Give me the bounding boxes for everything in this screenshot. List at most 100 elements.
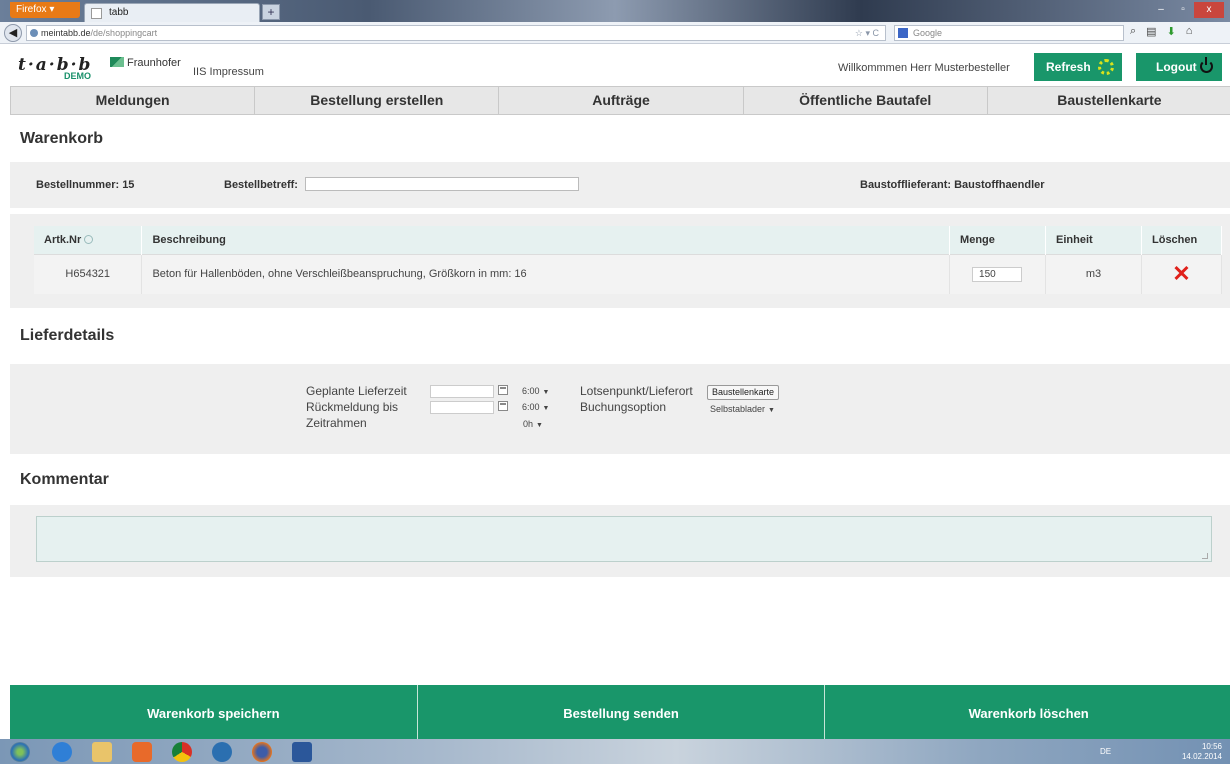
comment-textarea[interactable]	[36, 516, 1212, 562]
resize-grip-icon[interactable]	[1202, 553, 1208, 559]
response-date-input[interactable]	[430, 401, 494, 414]
planned-time-select[interactable]: 6:00 ▼	[522, 386, 549, 396]
col-unit: Einheit	[1045, 226, 1142, 254]
timeframe-select[interactable]: 0h ▼	[523, 419, 543, 429]
fraunhofer-logo: Fraunhofer	[110, 57, 181, 69]
windows-taskbar: DE 10:56 14.02.2014	[0, 739, 1230, 764]
delete-item-icon[interactable]: ✕	[1172, 261, 1190, 286]
fraunhofer-mark-icon	[110, 57, 124, 67]
nav-auftraege[interactable]: Aufträge	[499, 87, 744, 114]
browser-tab[interactable]: tabb	[84, 3, 260, 22]
firefox-icon[interactable]	[252, 742, 272, 762]
google-icon	[898, 28, 908, 38]
internet-explorer-icon[interactable]	[52, 742, 72, 762]
back-arrow-icon: ◀	[8, 27, 18, 39]
window-controls: – ▫ x	[1150, 2, 1224, 18]
start-button-icon[interactable]	[10, 742, 30, 762]
browser-nav-bar: ◀ meintabb.de/de/shoppingcart ☆ ▾ C Goog…	[0, 22, 1230, 44]
favicon-icon	[91, 8, 102, 19]
cart-heading: Warenkorb	[20, 130, 103, 147]
table-row: H654321 Beton für Hallenböden, ohne Vers…	[34, 253, 1222, 294]
sort-icon[interactable]	[84, 234, 94, 244]
language-indicator[interactable]: DE	[1100, 747, 1111, 756]
quantity-input[interactable]: 150	[972, 266, 1023, 282]
system-clock[interactable]: 10:56 14.02.2014	[1182, 742, 1222, 762]
cell-delete: ✕	[1141, 253, 1222, 294]
download-icon[interactable]: ⬇	[1167, 25, 1176, 38]
site-identity-icon	[30, 29, 38, 37]
firefox-menu-button[interactable]: Firefox ▾	[10, 2, 80, 18]
partner-sub: IIS	[193, 66, 207, 78]
planned-delivery-date-input[interactable]	[430, 385, 494, 398]
delivery-panel: Geplante Lieferzeit 6:00 ▼ Rückmeldung bi…	[10, 364, 1230, 454]
col-quantity: Menge	[949, 226, 1047, 254]
bookmarks-icon[interactable]: ▤	[1146, 25, 1156, 38]
app-header: t·a·b·b DEMO Fraunhofer IIS Impressum Wi…	[0, 52, 1230, 86]
logout-button[interactable]: Logout	[1136, 53, 1222, 81]
refresh-sun-icon	[1098, 59, 1114, 75]
word-icon[interactable]	[292, 742, 312, 762]
col-description: Beschreibung	[141, 226, 951, 254]
booking-option-label: Buchungsoption	[580, 400, 667, 414]
calendar-icon[interactable]	[498, 401, 508, 411]
media-player-icon[interactable]	[132, 742, 152, 762]
planned-delivery-label: Geplante Lieferzeit	[306, 384, 407, 398]
search-bar[interactable]: Google	[894, 25, 1124, 41]
clear-cart-button[interactable]: Warenkorb löschen	[825, 685, 1230, 739]
power-icon	[1200, 57, 1213, 73]
search-icon[interactable]: ⌕	[1130, 25, 1136, 38]
url-path: /de/shoppingcart	[90, 28, 158, 38]
search-placeholder: Google	[913, 28, 943, 38]
browser-toolbar-icons: ⌕ ▤ ⬇ ⌂	[1130, 25, 1192, 38]
cell-artnr: H654321	[34, 253, 143, 294]
cart-panel: Artk.Nr Beschreibung Menge Einheit Lösch…	[10, 214, 1230, 308]
send-order-button[interactable]: Bestellung senden	[417, 685, 826, 739]
calendar-icon[interactable]	[498, 385, 508, 395]
col-artnr[interactable]: Artk.Nr	[34, 226, 143, 254]
booking-option-select[interactable]: Selbstablader ▼	[710, 404, 775, 414]
close-window-button[interactable]: x	[1194, 2, 1224, 18]
cell-quantity: 150	[949, 253, 1047, 294]
response-time-select[interactable]: 6:00 ▼	[522, 402, 549, 412]
nav-meldungen[interactable]: Meldungen	[11, 87, 256, 114]
timeframe-label: Zeitrahmen	[306, 416, 367, 430]
order-subject-label: Bestellbetreff:	[224, 179, 298, 191]
new-tab-button[interactable]: +	[262, 4, 280, 20]
order-subject-input[interactable]	[305, 177, 579, 191]
chrome-icon[interactable]	[172, 742, 192, 762]
home-icon[interactable]: ⌂	[1186, 25, 1193, 38]
col-delete: Löschen	[1141, 226, 1222, 254]
tab-title: tabb	[109, 7, 129, 18]
thunderbird-icon[interactable]	[212, 742, 232, 762]
demo-badge: DEMO	[64, 71, 91, 81]
url-host: meintabb.de	[41, 28, 91, 38]
response-label: Rückmeldung bis	[306, 400, 399, 414]
order-number: Bestellnummer: 15	[36, 179, 135, 191]
welcome-text: Willkommmen Herr Musterbesteller	[838, 62, 1010, 74]
tabb-logo[interactable]: t·a·b·b DEMO	[18, 55, 92, 81]
main-navigation: Meldungen Bestellung erstellen Aufträge …	[10, 86, 1230, 115]
nav-bestellung-erstellen[interactable]: Bestellung erstellen	[255, 87, 500, 114]
refresh-button[interactable]: Refresh	[1034, 53, 1122, 81]
supplier-label: Baustofflieferant: Baustoffhaendler	[860, 179, 1045, 191]
file-explorer-icon[interactable]	[92, 742, 112, 762]
cell-unit: m3	[1045, 253, 1142, 294]
address-bar[interactable]: meintabb.de/de/shoppingcart ☆ ▾ C	[26, 25, 886, 41]
cart-table: Artk.Nr Beschreibung Menge Einheit Lösch…	[34, 226, 1222, 294]
nav-baustellenkarte[interactable]: Baustellenkarte	[988, 87, 1230, 114]
site-map-button[interactable]: Baustellenkarte	[707, 385, 780, 400]
save-cart-button[interactable]: Warenkorb speichern	[10, 685, 418, 739]
action-bar: Warenkorb speichern Bestellung senden Wa…	[10, 685, 1230, 739]
impressum-link[interactable]: IIS Impressum	[193, 66, 264, 78]
minimize-button[interactable]: –	[1150, 2, 1172, 18]
bookmark-star-icon[interactable]: ☆ ▾ C	[855, 26, 879, 40]
maximize-button[interactable]: ▫	[1172, 2, 1194, 18]
nav-oeffentliche-bautafel[interactable]: Öffentliche Bautafel	[744, 87, 988, 114]
order-info-panel: Bestellnummer: 15 Bestellbetreff: Bausto…	[10, 162, 1230, 208]
back-button[interactable]: ◀	[4, 24, 22, 42]
delivery-heading: Lieferdetails	[20, 327, 115, 344]
delivery-location-label: Lotsenpunkt/Lieferort	[580, 384, 693, 398]
comment-panel	[10, 505, 1230, 577]
browser-title-bar: Firefox ▾ tabb + – ▫ x	[0, 0, 1230, 22]
table-header-row: Artk.Nr Beschreibung Menge Einheit Lösch…	[34, 226, 1222, 254]
